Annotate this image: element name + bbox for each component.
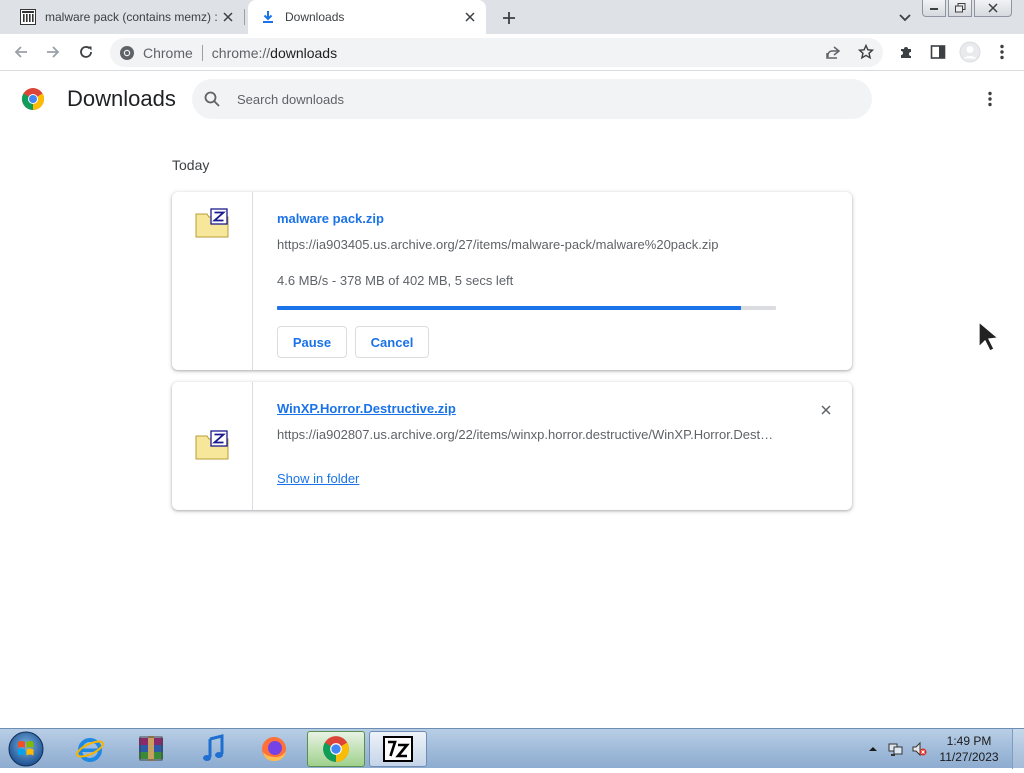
show-hidden-icons-icon[interactable]: [865, 741, 881, 757]
bookmark-star-icon[interactable]: [854, 40, 878, 64]
search-placeholder: Search downloads: [237, 91, 344, 107]
tab-malware-pack[interactable]: malware pack (contains memz) :: [8, 0, 244, 34]
page-title: Downloads: [67, 86, 176, 111]
clock-date: 11/27/2023: [939, 750, 999, 764]
download-icon: [260, 9, 276, 25]
tab-strip: malware pack (contains memz) : Downloads: [0, 0, 1024, 34]
zip-file-icon: [195, 430, 229, 460]
address-bar[interactable]: Chrome chrome://downloads: [110, 38, 883, 67]
downloads-header: Downloads Search downloads: [0, 72, 1024, 128]
taskbar-clock[interactable]: 1:49 PM 11/27/2023: [934, 733, 1004, 765]
download-item: malware pack.zip https://ia903405.us.arc…: [172, 192, 852, 370]
date-section-label: Today: [172, 157, 210, 173]
file-url: https://ia902807.us.archive.org/22/items…: [277, 427, 777, 442]
url-host: downloads: [270, 44, 338, 61]
start-button[interactable]: [6, 730, 46, 768]
show-in-folder-link[interactable]: Show in folder: [277, 471, 359, 486]
chrome-logo-icon: [21, 87, 45, 111]
close-window-button[interactable]: [974, 0, 1012, 17]
zip-file-icon: [195, 208, 229, 238]
file-name-link[interactable]: WinXP.Horror.Destructive.zip: [277, 401, 456, 416]
close-tab-icon[interactable]: [460, 7, 480, 27]
remove-from-list-icon[interactable]: [816, 400, 836, 420]
7zip-icon[interactable]: [369, 731, 427, 767]
cancel-button[interactable]: Cancel: [355, 326, 429, 358]
browser-menu-icon[interactable]: [990, 40, 1014, 64]
file-name-link[interactable]: malware pack.zip: [277, 211, 384, 226]
url-scheme: chrome://: [211, 44, 271, 61]
tab-separator: [244, 9, 245, 25]
tab-label: Downloads: [285, 10, 345, 24]
download-progress-bar: [277, 306, 776, 310]
mouse-cursor-icon: [976, 320, 1002, 352]
reload-button[interactable]: [74, 40, 98, 64]
minimize-button[interactable]: [922, 0, 946, 17]
chrome-site-icon: [119, 45, 135, 61]
volume-muted-icon[interactable]: [911, 741, 927, 757]
file-icon-column: [172, 192, 253, 370]
close-tab-icon[interactable]: [218, 7, 238, 27]
omnibox-divider: [201, 44, 203, 61]
search-icon: [203, 90, 221, 108]
restore-button[interactable]: [948, 0, 972, 17]
browser-toolbar: Chrome chrome://downloads: [0, 34, 1024, 71]
download-status: 4.6 MB/s - 378 MB of 402 MB, 5 secs left: [277, 273, 514, 288]
chrome-icon[interactable]: [307, 731, 365, 767]
taskbar: 1:49 PM 11/27/2023: [0, 728, 1024, 769]
new-tab-button[interactable]: [498, 7, 520, 29]
extensions-puzzle-icon[interactable]: [894, 40, 918, 64]
winrar-icon[interactable]: [122, 731, 180, 767]
url-text: chrome://downloads: [212, 45, 337, 61]
profile-avatar-icon[interactable]: [958, 40, 982, 64]
share-icon[interactable]: [821, 40, 845, 64]
file-icon-column: [172, 382, 253, 510]
forward-button[interactable]: [41, 40, 65, 64]
side-panel-icon[interactable]: [926, 40, 950, 64]
show-desktop-button[interactable]: [1012, 729, 1024, 769]
system-tray: 1:49 PM 11/27/2023: [865, 729, 1024, 769]
more-actions-icon[interactable]: [978, 87, 1002, 111]
internet-explorer-icon[interactable]: [61, 731, 119, 767]
tab-downloads[interactable]: Downloads: [248, 0, 486, 34]
pause-button[interactable]: Pause: [277, 326, 347, 358]
clock-time: 1:49 PM: [946, 734, 992, 748]
search-downloads-input[interactable]: Search downloads: [192, 79, 872, 119]
itunes-icon[interactable]: [184, 731, 242, 767]
archive-icon: [20, 9, 36, 25]
site-chip-label: Chrome: [143, 44, 193, 61]
file-url: https://ia903405.us.archive.org/27/items…: [277, 237, 719, 252]
network-icon[interactable]: [888, 741, 904, 757]
download-item: WinXP.Horror.Destructive.zip https://ia9…: [172, 382, 852, 510]
progress-fill: [277, 306, 742, 310]
tab-label: malware pack (contains memz) :: [45, 10, 218, 24]
firefox-icon[interactable]: [245, 731, 303, 767]
back-button[interactable]: [9, 40, 33, 64]
tab-search-chevron-icon[interactable]: [895, 8, 915, 28]
